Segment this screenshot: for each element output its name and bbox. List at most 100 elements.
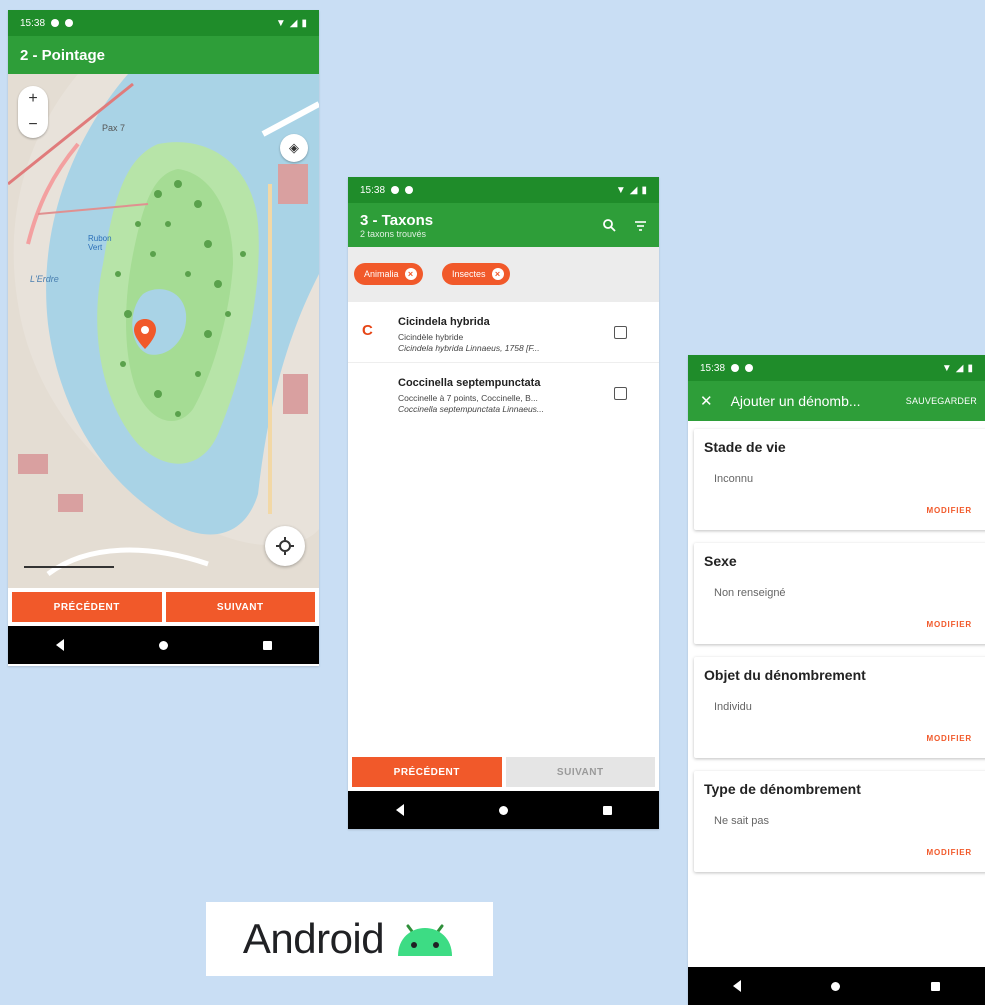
modify-button[interactable]: MODIFIER [926, 848, 972, 857]
wifi-icon: ▼ [275, 17, 286, 29]
next-button[interactable]: SUIVANT [505, 757, 655, 787]
back-icon[interactable] [55, 639, 64, 651]
field-value: Individu [714, 701, 752, 713]
map-view[interactable]: + − ◈ Pax 7 Rubon Vert L'Erdre [8, 74, 319, 588]
page-title: Ajouter un dénomb... [730, 393, 861, 409]
field-value: Inconnu [714, 473, 754, 485]
system-nav-bar [348, 791, 659, 829]
signal-icon: ◢ [955, 362, 964, 374]
search-icon[interactable] [603, 218, 616, 232]
android-badge: Android [206, 902, 493, 976]
app-bar: 3 - Taxons 2 taxons trouvés [348, 203, 659, 247]
taxon-name: Cicindela hybrida [398, 316, 490, 328]
field-card: Stade de vie Inconnu MODIFIER [694, 429, 985, 530]
back-icon[interactable] [395, 804, 404, 816]
taxon-name: Coccinella septempunctata [398, 377, 541, 389]
taxon-list-item[interactable]: C Cicindela hybrida Cicindèle hybride Ci… [348, 302, 659, 362]
filter-chip[interactable]: Insectes × [442, 263, 510, 285]
recents-icon[interactable] [930, 981, 940, 991]
taxon-list-item[interactable]: Coccinella septempunctata Coccinelle à 7… [348, 363, 659, 423]
zoom-in-icon[interactable]: + [28, 90, 37, 108]
status-bar: 15:38 ▼ ◢ ▮ [8, 10, 319, 36]
android-robot-icon [398, 924, 453, 956]
chip-label: Animalia [364, 269, 399, 279]
page-title: 3 - Taxons [360, 211, 434, 229]
screen-pointage: 15:38 ▼ ◢ ▮ 2 - Pointage + − ◈ Pax 7 Rub… [8, 10, 319, 666]
wifi-icon: ▼ [941, 362, 952, 374]
location-pin-icon[interactable] [134, 319, 156, 349]
taxon-checkbox[interactable] [614, 387, 627, 400]
app-bar: 2 - Pointage [8, 36, 319, 74]
back-icon[interactable] [733, 980, 742, 992]
next-button[interactable]: SUIVANT [165, 592, 315, 622]
filter-chip[interactable]: Animalia × [354, 263, 423, 285]
chip-remove-icon[interactable]: × [491, 268, 504, 280]
signal-icon: ◢ [289, 17, 298, 29]
screen-taxons: 15:38 ▼ ◢ ▮ 3 - Taxons 2 taxons trouvés [348, 177, 659, 829]
screen-add-count: 15:38 ▼ ◢ ▮ ✕ Ajouter un dénomb... SAUVE… [688, 355, 985, 1005]
map-tiles [8, 74, 319, 588]
recents-icon[interactable] [602, 805, 612, 815]
battery-icon: ▮ [967, 362, 973, 374]
status-time: 15:38 [360, 184, 386, 196]
taxon-scientific-name: Coccinella septempunctata Linnaeus... [398, 404, 545, 414]
page-subtitle: 2 taxons trouvés [360, 228, 427, 239]
taxon-checkbox[interactable] [614, 326, 627, 339]
close-icon[interactable]: ✕ [700, 392, 713, 410]
layers-icon[interactable]: ◈ [280, 134, 308, 162]
field-title: Stade de vie [704, 439, 786, 455]
map-label: Pax 7 [102, 123, 126, 133]
field-card: Type de dénombrement Ne sait pas MODIFIE… [694, 771, 985, 872]
page-title: 2 - Pointage [20, 46, 106, 64]
crosshair-icon [276, 537, 294, 555]
zoom-out-icon[interactable]: − [28, 116, 37, 134]
battery-icon: ▮ [641, 184, 647, 196]
notification-icon [731, 364, 740, 372]
recents-icon[interactable] [262, 640, 272, 650]
save-button[interactable]: SAUVEGARDER [906, 396, 977, 406]
my-location-button[interactable] [265, 526, 305, 566]
filter-icon[interactable] [634, 219, 647, 232]
taxon-common-name: Cicindèle hybride [398, 332, 464, 342]
taxon-rank-letter: C [362, 322, 373, 339]
chip-remove-icon[interactable]: × [404, 268, 417, 280]
wizard-buttons: PRÉCÉDENT SUIVANT [348, 753, 659, 791]
wifi-icon: ▼ [615, 184, 626, 196]
home-icon[interactable] [498, 805, 508, 815]
chip-label: Insectes [452, 269, 486, 279]
notification-icon [51, 19, 60, 27]
android-wordmark: Android [242, 915, 385, 962]
system-nav-bar [8, 626, 319, 664]
system-nav-bar [688, 967, 985, 1005]
field-value: Ne sait pas [714, 815, 770, 827]
field-card: Objet du dénombrement Individu MODIFIER [694, 657, 985, 758]
field-title: Sexe [704, 553, 737, 569]
status-time: 15:38 [20, 17, 46, 29]
taxon-common-name: Coccinelle à 7 points, Coccinelle, B... [398, 393, 538, 403]
map-label: L'Erdre [30, 274, 59, 284]
sim-icon [65, 19, 74, 27]
previous-button[interactable]: PRÉCÉDENT [352, 757, 502, 787]
sim-icon [405, 186, 414, 194]
home-icon[interactable] [831, 981, 841, 991]
taxon-scientific-name: Cicindela hybrida Linnaeus, 1758 [F... [398, 343, 540, 353]
modify-button[interactable]: MODIFIER [926, 734, 972, 743]
zoom-control: + − [18, 86, 48, 138]
filter-chips: Animalia × Insectes × [348, 247, 659, 302]
wizard-buttons: PRÉCÉDENT SUIVANT [8, 588, 319, 626]
previous-button[interactable]: PRÉCÉDENT [12, 592, 162, 622]
field-card: Sexe Non renseigné MODIFIER [694, 543, 985, 644]
home-icon[interactable] [158, 640, 168, 650]
modify-button[interactable]: MODIFIER [926, 506, 972, 515]
signal-icon: ◢ [629, 184, 638, 196]
status-bar: 15:38 ▼ ◢ ▮ [348, 177, 659, 203]
sim-icon [745, 364, 754, 372]
battery-icon: ▮ [301, 17, 307, 29]
field-title: Type de dénombrement [704, 781, 861, 797]
map-label: Rubon Vert [88, 234, 112, 252]
field-value: Non renseigné [714, 587, 786, 599]
modify-button[interactable]: MODIFIER [926, 620, 972, 629]
field-title: Objet du dénombrement [704, 667, 866, 683]
status-bar: 15:38 ▼ ◢ ▮ [688, 355, 985, 381]
status-time: 15:38 [700, 362, 726, 374]
